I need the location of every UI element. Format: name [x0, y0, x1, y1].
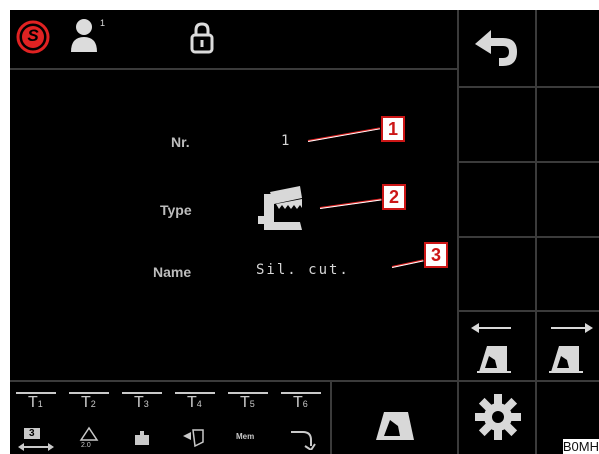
callout-1-leader: [307, 127, 381, 142]
lock-button[interactable]: [188, 20, 216, 56]
tool-sub-t5: Mem: [236, 432, 255, 441]
move-tool-right-button[interactable]: [537, 312, 599, 380]
weight-icon: [135, 431, 149, 445]
tool-bar-t6: [281, 392, 321, 394]
empty-slot-4[interactable]: [459, 163, 535, 236]
callout-2: 2: [382, 184, 406, 210]
tool-bar-t5: [228, 392, 268, 394]
tool-label-t5: T5: [240, 394, 255, 411]
empty-slot-3[interactable]: [537, 88, 599, 161]
back-arrow-icon: [475, 30, 517, 66]
tool-button-t4[interactable]: T4: [169, 382, 222, 454]
move-right-tool-icon: [549, 323, 593, 373]
machine-screen: S 1 Nr. 1 Type Name Sil. cut. 1 2 3 T1 3…: [10, 10, 599, 454]
tool-button-t5[interactable]: T5 Mem: [222, 382, 275, 454]
tool-label-t4: T4: [187, 394, 202, 411]
brand-logo: S: [16, 20, 50, 54]
punch-tool-icon: [376, 412, 414, 440]
field-label-nr: Nr.: [171, 134, 190, 150]
user-button[interactable]: 1: [70, 18, 110, 56]
back-button[interactable]: [459, 10, 535, 86]
callout-3-leader: [391, 259, 424, 268]
tool-sub-t2: 2.0: [81, 442, 91, 449]
settings-button[interactable]: [459, 382, 535, 454]
logo-letter: S: [27, 26, 39, 45]
empty-slot-2[interactable]: [459, 88, 535, 161]
callout-3: 3: [424, 242, 448, 268]
tool-view-button[interactable]: [332, 382, 457, 454]
tool-bar-t4: [175, 392, 215, 394]
tool-button-t2[interactable]: T2 2.0: [63, 382, 116, 454]
empty-slot-1[interactable]: [537, 10, 599, 86]
figure-code: B0MH: [562, 439, 599, 454]
field-label-type: Type: [160, 202, 192, 218]
tool-button-t6[interactable]: T6: [275, 382, 330, 454]
tool-label-t3: T3: [134, 394, 149, 411]
gear-icon: [475, 394, 521, 440]
tool-pressure-icon: [183, 429, 204, 448]
tool-sub-t1: 3: [24, 428, 40, 439]
tool-bar-t2: [69, 392, 109, 394]
field-label-name: Name: [153, 264, 192, 280]
type-button[interactable]: [256, 182, 320, 236]
field-value-nr[interactable]: 1: [281, 133, 291, 149]
padlock-icon: [190, 22, 214, 54]
tool-button-t3[interactable]: T3: [116, 382, 169, 454]
callout-1: 1: [381, 116, 405, 142]
user-icon: [71, 19, 97, 52]
tool-type-icon: [258, 186, 302, 230]
empty-slot-5[interactable]: [537, 163, 599, 236]
callout-2-leader: [319, 198, 382, 209]
tool-hook-icon: [291, 431, 316, 450]
tool-label-t2: T2: [81, 394, 96, 411]
move-left-tool-icon: [471, 323, 511, 373]
tool-bar-t1: [16, 392, 56, 394]
tool-bar-t3: [122, 392, 162, 394]
angle-icon: [79, 426, 99, 441]
user-level: 1: [100, 18, 106, 28]
empty-slot-6[interactable]: [459, 238, 535, 310]
empty-slot-7[interactable]: [537, 238, 599, 310]
field-value-name[interactable]: Sil. cut.: [256, 262, 350, 278]
move-tool-left-button[interactable]: [459, 312, 535, 380]
double-arrow-icon: [18, 443, 54, 451]
tool-button-t1[interactable]: T1 3: [10, 382, 63, 454]
tool-label-t6: T6: [293, 394, 308, 411]
header-divider: [10, 68, 457, 70]
tool-label-t1: T1: [28, 394, 43, 411]
